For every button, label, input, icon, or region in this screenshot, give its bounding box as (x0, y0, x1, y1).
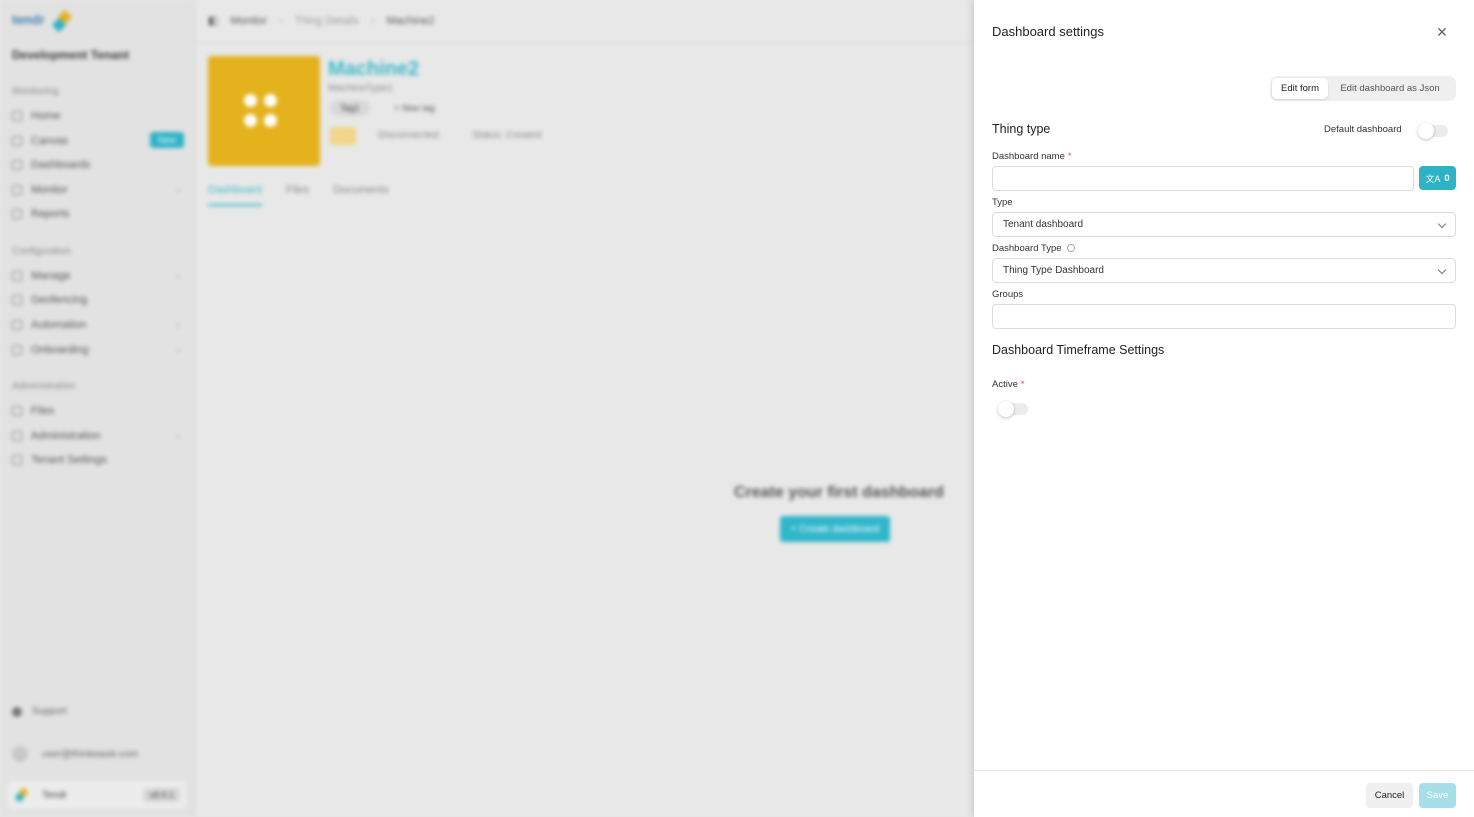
empty-state-title: Create your first dashboard (734, 484, 944, 501)
translate-button[interactable]: 文A 0 (1419, 166, 1456, 190)
automation-icon (12, 320, 22, 330)
tag-pill[interactable]: Tag1 (330, 100, 370, 116)
footer-divider (974, 770, 1474, 771)
thing-type: MachineType1 (328, 83, 394, 94)
breadcrumb-item: Machine2 (386, 14, 435, 27)
sidebar-item-tenant-settings[interactable]: Tenant Settings (12, 450, 184, 470)
sidebar-item-reports[interactable]: Reports (12, 204, 184, 224)
sidebar-item-onboarding[interactable]: Onboarding › (12, 340, 184, 360)
chevron-right-icon: › (176, 184, 180, 196)
type-label: Type (992, 197, 1013, 208)
toggle-knob (1418, 123, 1434, 139)
geofencing-icon (12, 295, 22, 305)
new-badge: New (149, 132, 184, 148)
sidebar-item-canvas[interactable]: Canvas New (12, 131, 184, 151)
settings-icon (12, 455, 22, 465)
tab-files[interactable]: Files (286, 184, 309, 206)
new-tag-button[interactable]: + New tag (394, 103, 435, 113)
brand-logo: tendr (12, 12, 45, 27)
product-footer: Tendr v8.9.1 (8, 781, 186, 809)
support-link[interactable]: Support (12, 706, 67, 717)
sidebar-item-automation[interactable]: Automation › (12, 315, 184, 335)
default-dashboard-toggle[interactable] (1418, 123, 1448, 139)
tab-edit-form[interactable]: Edit form (1272, 78, 1328, 99)
nav-section-configuration: Configuration (12, 246, 72, 257)
onboarding-icon (12, 345, 22, 355)
close-icon[interactable]: ✕ (1434, 24, 1450, 40)
sidebar-item-geofencing[interactable]: Geofencing (12, 290, 184, 310)
groups-label: Groups (992, 289, 1024, 300)
groups-input[interactable] (992, 304, 1456, 329)
panel-title: Dashboard settings (992, 24, 1105, 39)
files-icon (12, 406, 22, 416)
home-icon (12, 111, 22, 121)
sidebar: tendr Development Tenant Monitoring Home… (0, 0, 195, 817)
cancel-button[interactable]: Cancel (1366, 783, 1413, 808)
dashboard-name-label: Dashboard name * (992, 151, 1072, 162)
chevron-right-icon: › (176, 319, 180, 331)
thing-image (208, 56, 320, 166)
sidebar-item-home[interactable]: Home (12, 106, 184, 126)
section-title-thing-type: Thing type (992, 122, 1051, 136)
nav-section-monitoring: Monitoring (12, 86, 59, 97)
nav-section-administration: Administration (12, 381, 76, 392)
sidebar-item-monitor[interactable]: Monitor › (12, 180, 184, 200)
sidebar-item-administration[interactable]: Administration › (12, 426, 184, 446)
edit-mode-toggle: Edit form Edit dashboard as Json (1270, 76, 1456, 101)
breadcrumb-item[interactable]: Monitor (230, 15, 267, 27)
warning-chip (330, 127, 356, 145)
breadcrumb: ◧ Monitor › Thing Details › Machine2 (208, 14, 435, 28)
toggle-knob (998, 401, 1014, 417)
required-marker: * (1020, 379, 1025, 390)
dashboard-name-input[interactable] (992, 166, 1414, 191)
section-title-timeframe: Dashboard Timeframe Settings (992, 343, 1165, 357)
grid-dots-icon (244, 94, 280, 130)
chevron-down-icon (1437, 219, 1447, 229)
thing-title: Machine2 (328, 58, 420, 80)
chevron-right-icon: › (176, 344, 180, 356)
thing-status: Status: Created (472, 130, 542, 141)
administration-icon (12, 431, 22, 441)
tab-documents[interactable]: Documents (333, 184, 389, 206)
brand-logo-mark-icon (50, 9, 74, 34)
tab-edit-json[interactable]: Edit dashboard as Json (1328, 78, 1452, 99)
default-dashboard-label: Default dashboard (1324, 124, 1402, 135)
reports-icon (12, 209, 22, 219)
dashboard-settings-panel: Dashboard settings ✕ Edit form Edit dash… (974, 0, 1474, 817)
sidebar-item-dashboards[interactable]: Dashboards (12, 155, 184, 175)
chevron-right-icon: › (176, 430, 180, 442)
connection-status: Disconnected (378, 130, 439, 141)
version-badge: v8.9.1 (143, 788, 180, 802)
sidebar-item-files[interactable]: Files (12, 401, 184, 421)
type-select[interactable]: Tenant dashboard (992, 212, 1456, 237)
sidebar-toggle-icon[interactable]: ◧ (208, 14, 218, 27)
chevron-down-icon (1437, 265, 1447, 275)
monitor-icon (12, 185, 22, 195)
create-dashboard-button[interactable]: + Create dashboard (780, 516, 890, 542)
support-icon (12, 706, 22, 717)
brand-logo-small-icon (14, 787, 29, 803)
tab-dashboard[interactable]: Dashboard (208, 184, 262, 206)
user-menu[interactable]: user@thinkeasie.com (12, 744, 184, 764)
manage-icon (12, 271, 22, 281)
dashboards-icon (12, 160, 22, 170)
required-marker: * (1067, 151, 1072, 162)
info-icon[interactable] (1066, 244, 1075, 252)
save-button[interactable]: Save (1419, 783, 1456, 808)
avatar (12, 746, 28, 762)
sidebar-item-manage[interactable]: Manage › (12, 266, 184, 286)
active-label: Active * (992, 379, 1025, 390)
dashboard-type-label: Dashboard Type (992, 243, 1075, 254)
canvas-icon (12, 136, 22, 146)
translate-icon: 文A (1425, 173, 1441, 184)
dashboard-type-select[interactable]: Thing Type Dashboard (992, 258, 1456, 283)
tenant-name: Development Tenant (12, 48, 130, 62)
breadcrumb-item[interactable]: Thing Details (295, 15, 359, 27)
thing-tabs: Dashboard Files Documents (208, 184, 389, 206)
active-toggle[interactable] (998, 401, 1028, 417)
chevron-right-icon: › (176, 270, 180, 282)
